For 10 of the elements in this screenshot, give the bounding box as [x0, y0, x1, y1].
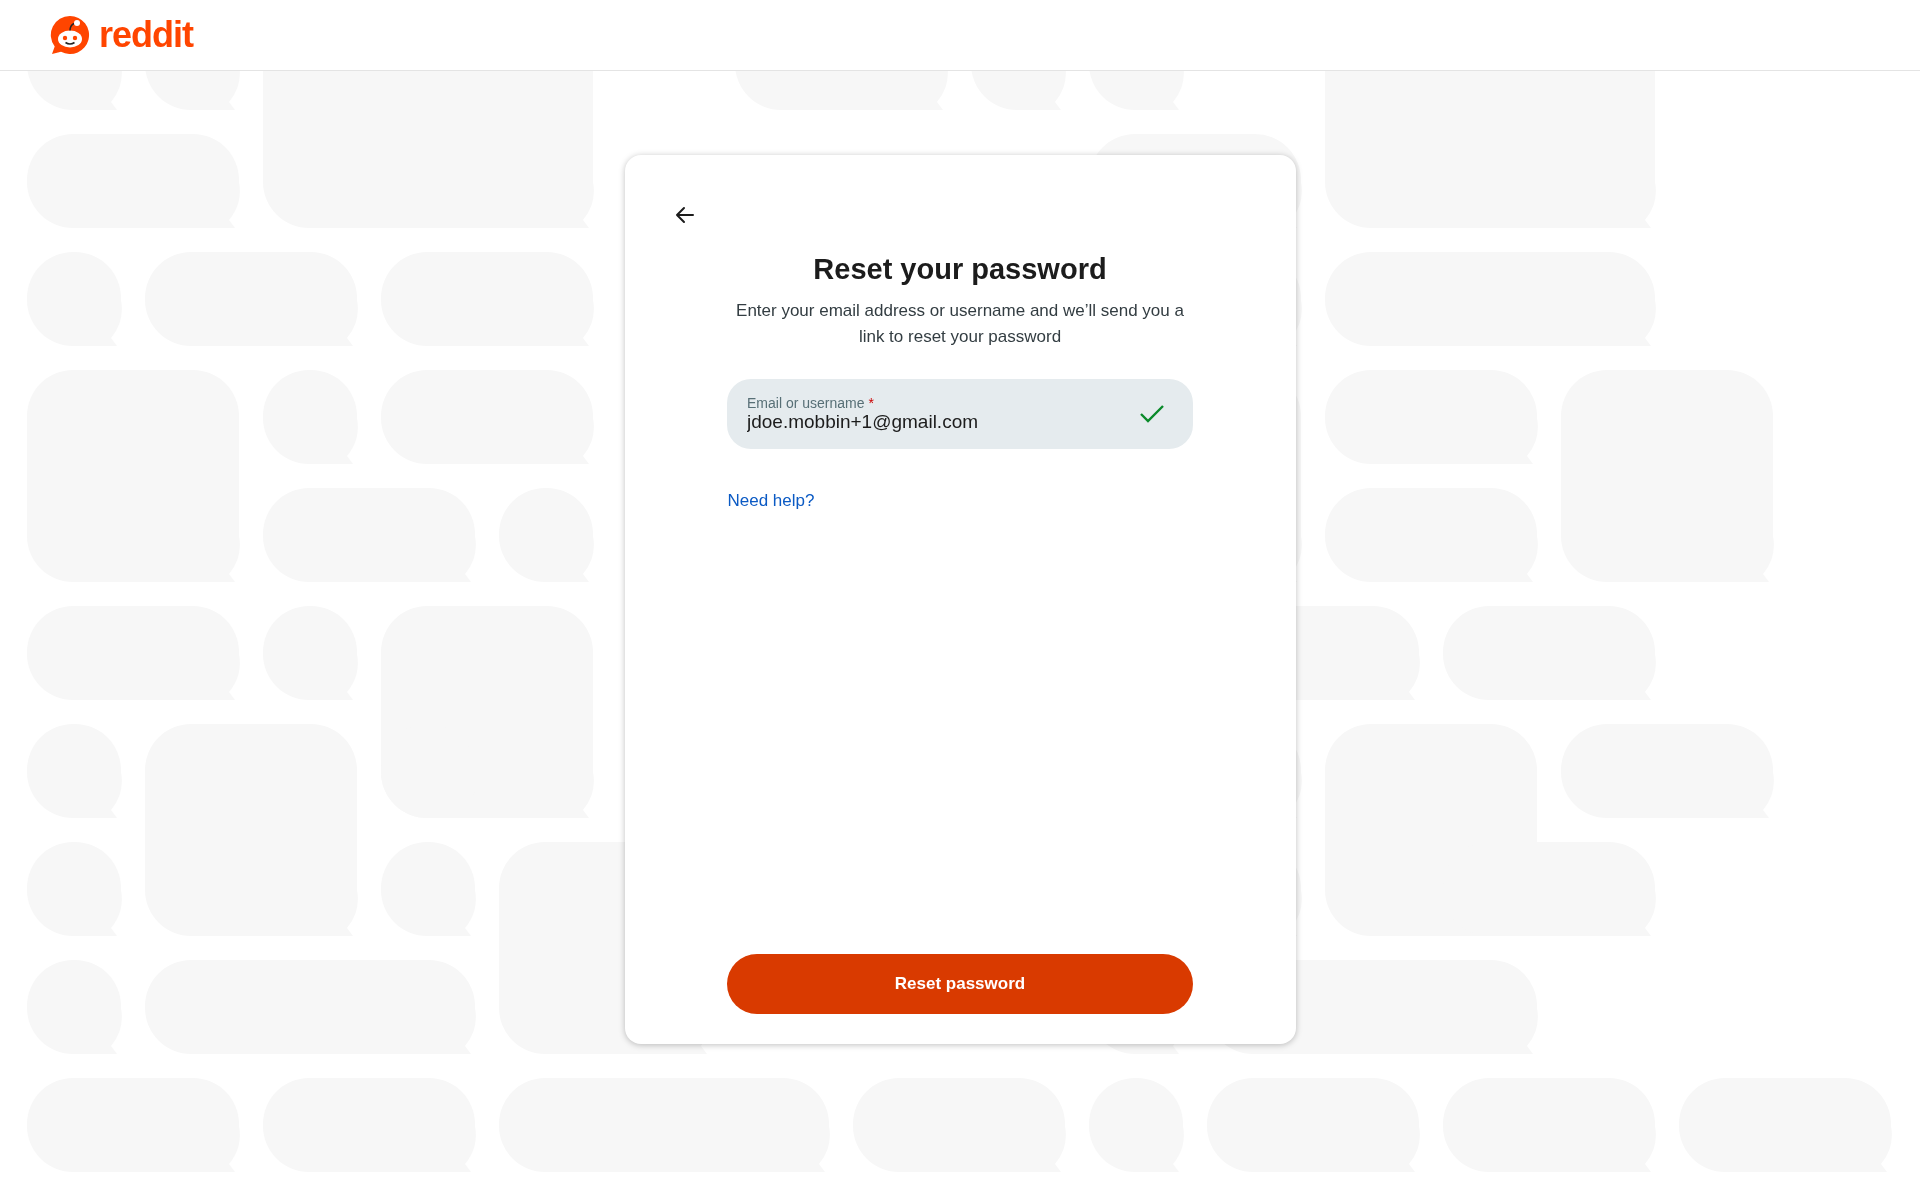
- instruction-text: Enter your email address or username and we’ll send you a link to reset your password: [735, 300, 1185, 348]
- card-title: Reset your password: [813, 253, 1107, 286]
- reddit-logo[interactable]: reddit: [49, 14, 193, 56]
- required-mark: *: [868, 395, 874, 411]
- alien-face-icon: [49, 14, 91, 56]
- reset-password-button[interactable]: Reset password: [727, 954, 1193, 1014]
- email-or-username-field[interactable]: Email or username * jdoe.mobbin+1@gmail.com: [727, 379, 1193, 449]
- need-help-link[interactable]: Need help?: [727, 491, 815, 511]
- field-label: Email or username: [747, 395, 865, 411]
- email-input[interactable]: jdoe.mobbin+1@gmail.com: [747, 411, 1087, 433]
